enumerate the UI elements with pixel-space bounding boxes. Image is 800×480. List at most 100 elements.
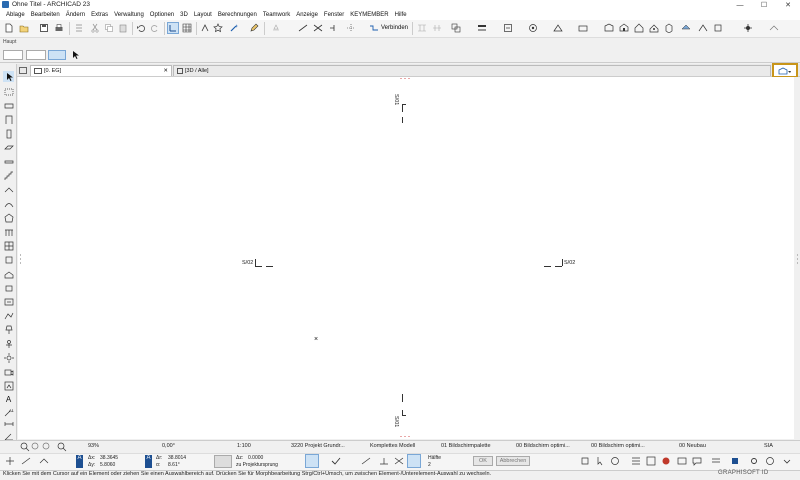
graphic-override-2[interactable]: 00 Bildschirm optimi... (591, 443, 645, 449)
expand-icon[interactable] (781, 455, 793, 467)
coordinate-mode-icon[interactable]: A (76, 455, 83, 468)
menu-fenster[interactable]: Fenster (321, 12, 347, 18)
slab-tool-icon[interactable] (3, 142, 14, 153)
beam-tool-icon[interactable] (3, 156, 14, 167)
menu-layout[interactable]: Layout (191, 12, 215, 18)
angle-value[interactable]: 8.61° (168, 462, 180, 468)
skylight-tool-icon[interactable] (3, 268, 14, 279)
id-card-icon[interactable] (676, 455, 688, 467)
drawing-tool-icon[interactable] (3, 380, 14, 391)
arrow-select-icon[interactable] (3, 71, 14, 82)
object-tool-icon[interactable] (3, 282, 14, 293)
star-icon[interactable] (212, 22, 224, 34)
navigator-icon[interactable] (645, 455, 657, 467)
snap-perpendicular-icon[interactable] (378, 455, 390, 467)
tab-grid-icon[interactable] (19, 67, 27, 74)
door-tool-icon[interactable] (3, 114, 14, 125)
properties-icon[interactable] (630, 455, 642, 467)
gravity-toggle[interactable] (48, 50, 66, 60)
renovation-filter[interactable]: 00 Neubau (679, 443, 706, 449)
trace-icon[interactable] (199, 22, 211, 34)
menu-extras[interactable]: Extras (88, 12, 111, 18)
group-icon[interactable] (450, 22, 462, 34)
save-icon[interactable] (38, 22, 50, 34)
bimx-icon[interactable] (729, 455, 741, 467)
zone-tool-icon[interactable] (3, 296, 14, 307)
display-order-icon[interactable] (476, 22, 488, 34)
trim-icon[interactable] (328, 22, 340, 34)
snap-mode[interactable]: Hälfte (428, 455, 441, 461)
grid-snap-toggle[interactable] (305, 454, 319, 468)
marquee-icon[interactable] (3, 86, 14, 97)
3d-document-icon[interactable] (663, 22, 675, 34)
align-icon[interactable] (416, 22, 428, 34)
cut-icon[interactable] (89, 22, 101, 34)
menu-3d[interactable]: 3D (177, 12, 191, 18)
3d-view-icon[interactable] (680, 22, 692, 34)
menu-bearbeiten[interactable]: Bearbeiten (28, 12, 63, 18)
favorites-icon[interactable] (579, 455, 591, 467)
rendering-icon[interactable] (742, 22, 754, 34)
section-view-icon[interactable] (603, 22, 615, 34)
section-marker-bottom-label[interactable]: S/01 (393, 416, 399, 427)
project-origin-marker[interactable]: × (314, 336, 318, 343)
menu-berechnungen[interactable]: Berechnungen (215, 12, 260, 18)
copy-icon[interactable] (103, 22, 115, 34)
maximize-button[interactable]: ☐ (752, 0, 776, 10)
section-marker-top-label[interactable]: S/01 (393, 94, 399, 105)
railing-tool-icon[interactable] (3, 226, 14, 237)
menu-anzeige[interactable]: Anzeige (293, 12, 321, 18)
navigator-preview-button[interactable] (772, 63, 798, 78)
section-marker-left-label[interactable]: S/02 (242, 260, 253, 266)
window-tool-icon[interactable] (3, 254, 14, 265)
dimension-tool-icon[interactable] (3, 418, 14, 429)
distribute-icon[interactable] (431, 22, 443, 34)
arrow-tool-icon[interactable] (69, 49, 81, 61)
graphic-override-1[interactable]: 00 Bildschirm optimi... (516, 443, 570, 449)
mesh-tool-icon[interactable] (3, 310, 14, 321)
perspective-icon[interactable] (697, 22, 709, 34)
roof-tool-icon[interactable] (3, 184, 14, 195)
shape-icon[interactable] (552, 22, 564, 34)
layers-panel-icon[interactable] (710, 455, 722, 467)
tracker-toggle-icon[interactable] (4, 455, 16, 467)
graphisoft-id-link[interactable]: GRAPHISOFT ID (718, 470, 768, 476)
elevation-icon[interactable] (270, 22, 282, 34)
dimension-standard[interactable]: SIA (764, 443, 773, 449)
figure-tool-icon[interactable] (3, 338, 14, 349)
cancel-button[interactable]: Abbrechen (496, 456, 530, 466)
snap-points-icon[interactable] (360, 455, 372, 467)
layers-icon[interactable] (527, 22, 539, 34)
grid-icon[interactable] (181, 22, 193, 34)
dr-value[interactable]: 38.8014 (168, 455, 186, 461)
lamp-tool-icon[interactable] (3, 324, 14, 335)
menu-aendern[interactable]: Ändern (63, 12, 88, 18)
morph-tool-icon[interactable] (3, 212, 14, 223)
new-file-icon[interactable] (3, 22, 15, 34)
snap-guide-icon[interactable] (38, 455, 50, 467)
menu-verwaltung[interactable]: Verwaltung (111, 12, 147, 18)
snap-value[interactable]: 2 (428, 462, 431, 468)
axonometry-icon[interactable] (712, 22, 724, 34)
zoom-fit-icon[interactable] (41, 441, 53, 453)
menu-ablage[interactable]: Ablage (3, 12, 28, 18)
pen-selector[interactable] (3, 50, 23, 60)
settings-gear-icon[interactable] (748, 455, 760, 467)
column-tool-icon[interactable] (3, 128, 14, 139)
model-view-option[interactable]: Komplettes Modell (370, 443, 415, 449)
magic-wand-icon[interactable] (228, 22, 240, 34)
print-icon[interactable] (53, 22, 65, 34)
pen-set[interactable]: 01 Bildschirmpalette (441, 443, 491, 449)
paste-icon[interactable] (117, 22, 129, 34)
tab-floor-plan-eg[interactable]: [0. EG] ✕ (30, 65, 172, 76)
messages-icon[interactable] (691, 455, 703, 467)
house-icon[interactable] (633, 22, 645, 34)
zoom-area-icon[interactable] (56, 441, 68, 453)
line-tool-icon[interactable] (297, 22, 309, 34)
model-check-icon[interactable] (609, 455, 621, 467)
menu-keymember[interactable]: KEYMEMBER (347, 12, 391, 18)
dz-value[interactable]: 0.0000 (248, 455, 263, 461)
section-marker-right-label[interactable]: S/02 (564, 260, 575, 266)
dx-value[interactable]: 38.3645 (100, 455, 118, 461)
minimize-button[interactable]: — (728, 0, 752, 10)
